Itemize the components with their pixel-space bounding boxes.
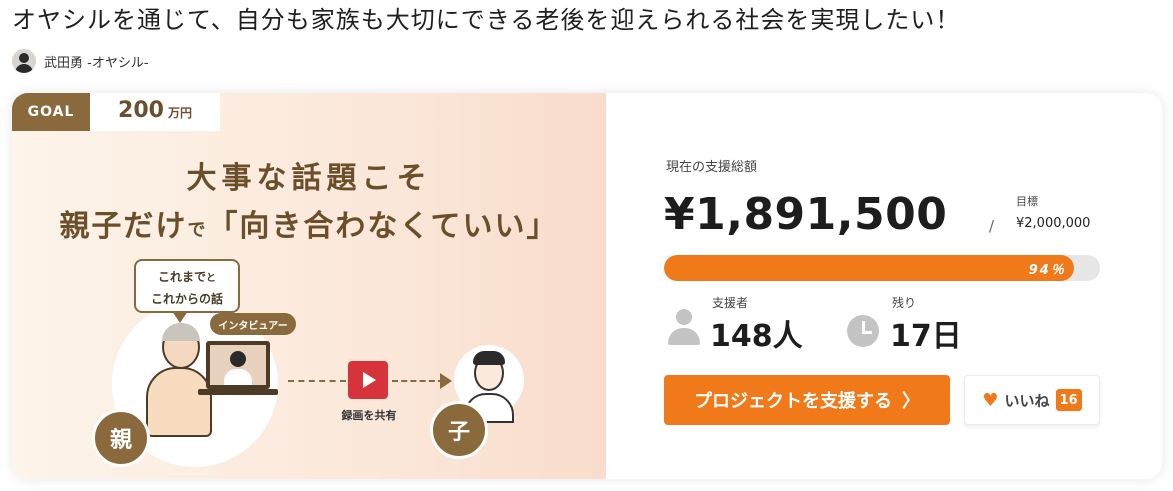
progress-text: 94％ <box>1028 263 1066 278</box>
child-figure-hair <box>473 351 505 365</box>
total-amount: ¥1,891,500 <box>664 189 948 240</box>
supporters-value: 148人 <box>710 319 803 354</box>
speech-bubble: これまでと これからの話 <box>134 259 240 313</box>
person-icon-head <box>676 309 692 325</box>
interviewer-figure-body <box>224 369 252 385</box>
remaining-value: 17日 <box>890 319 962 354</box>
supporters-label: 支援者 <box>712 296 749 310</box>
role-parent-badge: 親 <box>92 409 150 467</box>
funding-panel: 現在の支援総額 ¥1,891,500 / 目標 ¥2,000,000 94％ 支… <box>606 93 1162 479</box>
headline-line1: 大事な話題こそ <box>186 161 432 196</box>
author-avatar[interactable] <box>12 49 36 73</box>
flow-dash-right <box>392 380 444 382</box>
role-child-badge: 子 <box>430 401 488 459</box>
clock-hand-horizontal <box>862 331 872 334</box>
goal-badge: GOAL 200 万円 <box>12 93 220 131</box>
headline-line2: 親子だけで「向き合わなくていい」 <box>12 201 606 245</box>
play-triangle <box>363 372 376 388</box>
play-icon <box>348 361 388 399</box>
headline-line2-a: 親子だけ <box>59 209 188 244</box>
like-button[interactable]: ♥ いいね 16 <box>964 375 1100 425</box>
like-count-badge: 16 <box>1055 389 1082 411</box>
bubble-line2: これからの話 <box>150 292 223 306</box>
project-card: GOAL 200 万円 大事な話題こそ 親子だけで「向き合わなくていい」 これま… <box>12 93 1162 479</box>
bubble-line1-text: これまで <box>157 270 206 284</box>
interviewer-tag: インタビュアー <box>210 313 296 335</box>
project-title: オヤシルを通じて、自分も家族も大切にできる老後を迎えられる社会を実現したい！ <box>12 6 961 34</box>
progress-fill: 94％ <box>664 255 1074 281</box>
parent-figure-body <box>146 367 212 437</box>
speech-bubble-tail <box>172 311 188 323</box>
goal-amount: 200 万円 <box>90 93 220 131</box>
target-amount: ¥2,000,000 <box>1016 216 1091 231</box>
bubble-line1: これまでと <box>136 267 238 289</box>
goal-amount-unit: 万円 <box>167 106 192 120</box>
headline-line2-b: 「向き合わなくていい」 <box>207 209 559 244</box>
amount-separator: / <box>989 217 995 235</box>
progress-bar: 94％ <box>664 255 1100 281</box>
person-icon <box>668 309 700 347</box>
avatar-head <box>19 53 29 63</box>
goal-label: GOAL <box>12 93 90 131</box>
support-button-label: プロジェクトを支援する <box>694 391 892 412</box>
total-label: 現在の支援総額 <box>666 160 758 175</box>
like-label: いいね <box>1004 391 1050 410</box>
laptop-base <box>198 389 278 395</box>
support-project-button[interactable]: プロジェクトを支援する 〉 <box>664 375 950 425</box>
hero-banner: GOAL 200 万円 大事な話題こそ 親子だけで「向き合わなくていい」 これま… <box>12 93 606 479</box>
author-name[interactable]: 武田勇 -オヤシル- <box>44 52 149 71</box>
headline-line2-small: で <box>187 220 208 241</box>
interviewer-figure-head <box>230 351 246 367</box>
chevron-right-icon: 〉 <box>902 391 920 412</box>
author-row[interactable]: 武田勇 -オヤシル- <box>12 48 149 74</box>
flow-dash-left <box>288 380 346 382</box>
heart-icon: ♥ <box>982 389 999 411</box>
person-icon-body <box>668 328 700 345</box>
bubble-line1-small: と <box>206 273 216 284</box>
remaining-label: 残り <box>892 296 917 310</box>
arrow-head-icon <box>440 373 452 389</box>
share-label: 録画を共有 <box>341 409 397 422</box>
goal-amount-number: 200 <box>118 98 164 123</box>
clock-icon <box>847 315 879 347</box>
avatar-body <box>15 64 33 73</box>
target-label: 目標 <box>1016 195 1038 208</box>
